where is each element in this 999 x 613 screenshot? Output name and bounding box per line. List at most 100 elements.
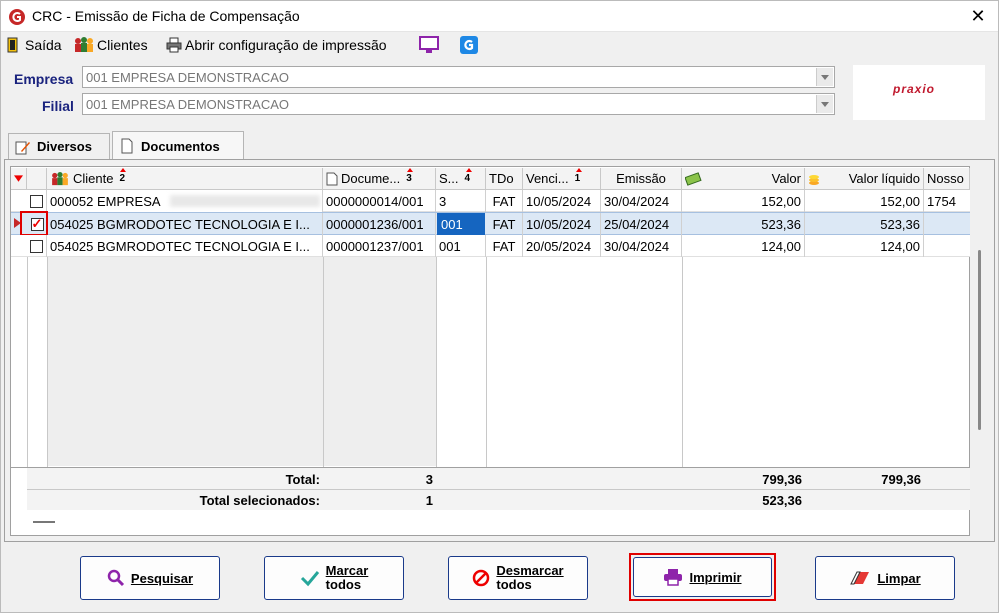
saida-button[interactable]: Saída [6, 34, 62, 56]
people-icon [75, 37, 93, 52]
cell-documento: 0000001237/001 [323, 235, 436, 257]
imprimir-button[interactable]: Imprimir [633, 557, 772, 597]
chevron-down-icon[interactable] [816, 95, 833, 113]
clientes-label: Clientes [97, 37, 148, 53]
header-valor[interactable]: Valor [682, 168, 805, 190]
cell-cliente: 054025 BGMRODOTEC TECNOLOGIA E I... [47, 213, 323, 235]
pencil-note-icon [15, 141, 30, 154]
row-checkbox[interactable] [30, 194, 43, 208]
cell-vencimento: 10/05/2024 [523, 190, 601, 212]
sort-order-badge: 2 [119, 168, 126, 184]
cell-vencimento: 10/05/2024 [523, 213, 601, 235]
print-config-button[interactable]: Abrir configuração de impressão [166, 34, 387, 56]
tab-diversos[interactable]: Diversos [8, 133, 110, 159]
pesquisar-label: Pesquisar [130, 570, 194, 586]
cell-serie-focused[interactable]: 001 [437, 213, 485, 235]
filial-select[interactable]: 001 EMPRESA DEMONSTRACAO [82, 93, 835, 115]
cell-tdo: FAT [486, 213, 523, 235]
selected-total-label: Total selecionados: [199, 492, 320, 508]
marcar-todos-button[interactable]: Marcar todos [264, 556, 404, 600]
g-logo-icon [460, 36, 478, 54]
tab-documentos-label: Documentos [141, 138, 220, 154]
eraser-icon [850, 571, 870, 585]
empresa-label: Empresa [14, 71, 74, 87]
total-count: 3 [425, 471, 433, 487]
header-emissao-label: Emissão [616, 171, 666, 186]
row-checkbox-checked[interactable] [30, 216, 44, 232]
header-nosso-label: Nosso [927, 171, 964, 186]
header-tdo-label: TDo [489, 171, 514, 186]
header-emissao[interactable]: Emissão [601, 168, 682, 190]
monitor-icon [419, 36, 439, 53]
selected-count: 1 [425, 492, 433, 508]
blurred-text [170, 195, 320, 207]
people-icon [52, 171, 68, 185]
vertical-scrollbar[interactable] [978, 250, 981, 430]
marcar-label-1: Marcar [325, 563, 369, 578]
desmarcar-label-1: Desmarcar [496, 563, 564, 578]
chevron-down-icon[interactable] [816, 68, 833, 86]
cell-nosso: 1754 [927, 193, 956, 209]
cell-documento: 0000000014/001 [323, 190, 436, 212]
praxio-logo: praxio [893, 82, 936, 96]
total-valor-liquido: 799,36 [881, 471, 921, 487]
selected-valor: 523,36 [762, 492, 802, 508]
cell-tdo: FAT [486, 235, 523, 257]
pesquisar-button[interactable]: Pesquisar [80, 556, 220, 600]
cell-emissao: 30/04/2024 [601, 190, 682, 212]
app-logo-icon [9, 9, 25, 25]
cell-serie: 3 [436, 190, 486, 212]
sort-order-badge: 1 [574, 168, 582, 184]
header-documento[interactable]: Docume... 3 [323, 168, 436, 190]
empresa-value: 001 EMPRESA DEMONSTRACAO [86, 70, 289, 85]
row-checkbox[interactable] [30, 239, 43, 253]
header-serie[interactable]: S... 4 [436, 168, 486, 190]
document-icon [326, 172, 338, 185]
cell-cliente: 054025 BGMRODOTEC TECNOLOGIA E I... [47, 235, 323, 257]
empresa-select[interactable]: 001 EMPRESA DEMONSTRACAO [82, 66, 835, 88]
row-checkbox-cell[interactable] [27, 235, 47, 257]
limpar-button[interactable]: Limpar [815, 556, 955, 600]
prohibited-icon [473, 569, 490, 587]
row-checkbox-cell[interactable] [27, 213, 47, 235]
cell-documento: 0000001236/001 [323, 213, 436, 235]
header-indicator[interactable] [11, 168, 27, 190]
tab-diversos-label: Diversos [37, 139, 92, 154]
header-cliente[interactable]: Cliente 2 [47, 168, 323, 190]
cell-emissao: 30/04/2024 [601, 235, 682, 257]
marcar-label-2: todos [325, 577, 362, 592]
header-vencimento[interactable]: Venci... 1 [523, 168, 601, 190]
cell-serie: 001 [436, 235, 486, 257]
clientes-button[interactable]: Clientes [74, 34, 148, 56]
header-check[interactable] [27, 168, 47, 190]
sort-order-badge: 4 [464, 168, 472, 184]
cell-valor-liquido: 523,36 [805, 213, 924, 235]
red-down-arrow-icon [14, 174, 23, 182]
g-app-button[interactable] [460, 34, 478, 56]
header-nosso[interactable]: Nosso [924, 168, 970, 190]
filial-value: 001 EMPRESA DEMONSTRACAO [86, 97, 289, 112]
header-cliente-label: Cliente [73, 171, 114, 186]
cell-nosso [924, 235, 970, 257]
header-venc-label: Venci... [526, 171, 569, 186]
printer-icon [664, 569, 683, 586]
empty-documento-area [324, 256, 436, 466]
cell-emissao: 25/04/2024 [601, 213, 682, 235]
horizontal-scrollbar[interactable] [33, 521, 55, 523]
header-valor-liquido-label: Valor líquido [848, 171, 920, 186]
money-icon [685, 171, 702, 186]
header-tdo[interactable]: TDo [486, 168, 523, 190]
close-button[interactable]: ✕ [966, 4, 990, 28]
cell-tdo: FAT [486, 190, 523, 212]
row-checkbox-cell[interactable] [27, 190, 47, 212]
printer-icon [166, 37, 182, 53]
cell-valor-liquido: 152,00 [805, 190, 924, 212]
cell-valor-liquido: 124,00 [805, 235, 924, 257]
coins-icon [809, 174, 819, 185]
desmarcar-todos-button[interactable]: Desmarcar todos [448, 556, 588, 600]
saida-label: Saída [25, 37, 62, 53]
exit-door-icon [7, 37, 18, 53]
header-valor-liquido[interactable]: Valor líquido [805, 168, 924, 190]
monitor-button[interactable] [418, 34, 440, 56]
tab-documentos[interactable]: Documentos [112, 131, 244, 160]
